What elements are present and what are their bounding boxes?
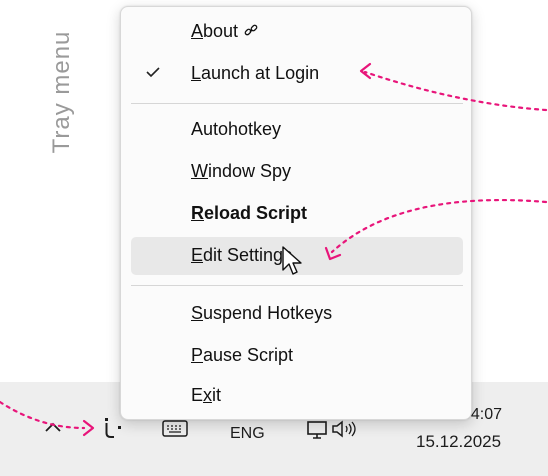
clock-date[interactable]: 15.12.2025 — [416, 432, 501, 452]
menu-item-edit-settings-label: Edit Settings — [191, 245, 293, 265]
checkmark-icon — [145, 65, 161, 84]
keyboard-icon[interactable] — [162, 419, 188, 439]
volume-icon[interactable] — [330, 419, 360, 439]
menu-item-about-label: About — [191, 21, 258, 43]
side-label: Tray menu — [48, 30, 75, 154]
link-icon — [244, 22, 258, 43]
menu-item-reload-script-label: Reload Script — [191, 203, 308, 223]
menu-item-exit-label: Exit — [191, 385, 222, 405]
menu-item-window-spy-label: Window Spy — [191, 161, 292, 181]
language-indicator[interactable]: ENG — [230, 425, 265, 443]
mouse-cursor-icon — [282, 246, 304, 283]
menu-item-suspend-hotkeys[interactable]: Suspend Hotkeys — [131, 295, 463, 333]
menu-item-launch-at-login[interactable]: Launch at Login — [131, 55, 463, 93]
menu-item-autohotkey[interactable]: Autohotkey — [131, 111, 463, 149]
menu-item-exit[interactable]: Exit — [131, 377, 463, 415]
menu-item-pause-script[interactable]: Pause Script — [131, 337, 463, 375]
menu-item-launch-at-login-label: Launch at Login — [191, 63, 320, 83]
menu-item-suspend-hotkeys-label: Suspend Hotkeys — [191, 303, 333, 323]
menu-item-window-spy[interactable]: Window Spy — [131, 153, 463, 191]
menu-item-about[interactable]: About — [131, 13, 463, 51]
menu-separator — [131, 103, 463, 104]
menu-item-reload-script[interactable]: Reload Script — [131, 195, 463, 233]
menu-item-pause-script-label: Pause Script — [191, 345, 294, 365]
tray-app-icon[interactable] — [100, 416, 130, 442]
tray-context-menu: About Launch at Login Autohotkey Window … — [120, 6, 472, 420]
menu-item-autohotkey-label: Autohotkey — [191, 119, 282, 139]
menu-separator — [131, 285, 463, 286]
chevron-up-icon[interactable] — [44, 420, 62, 434]
network-icon[interactable] — [306, 419, 330, 441]
